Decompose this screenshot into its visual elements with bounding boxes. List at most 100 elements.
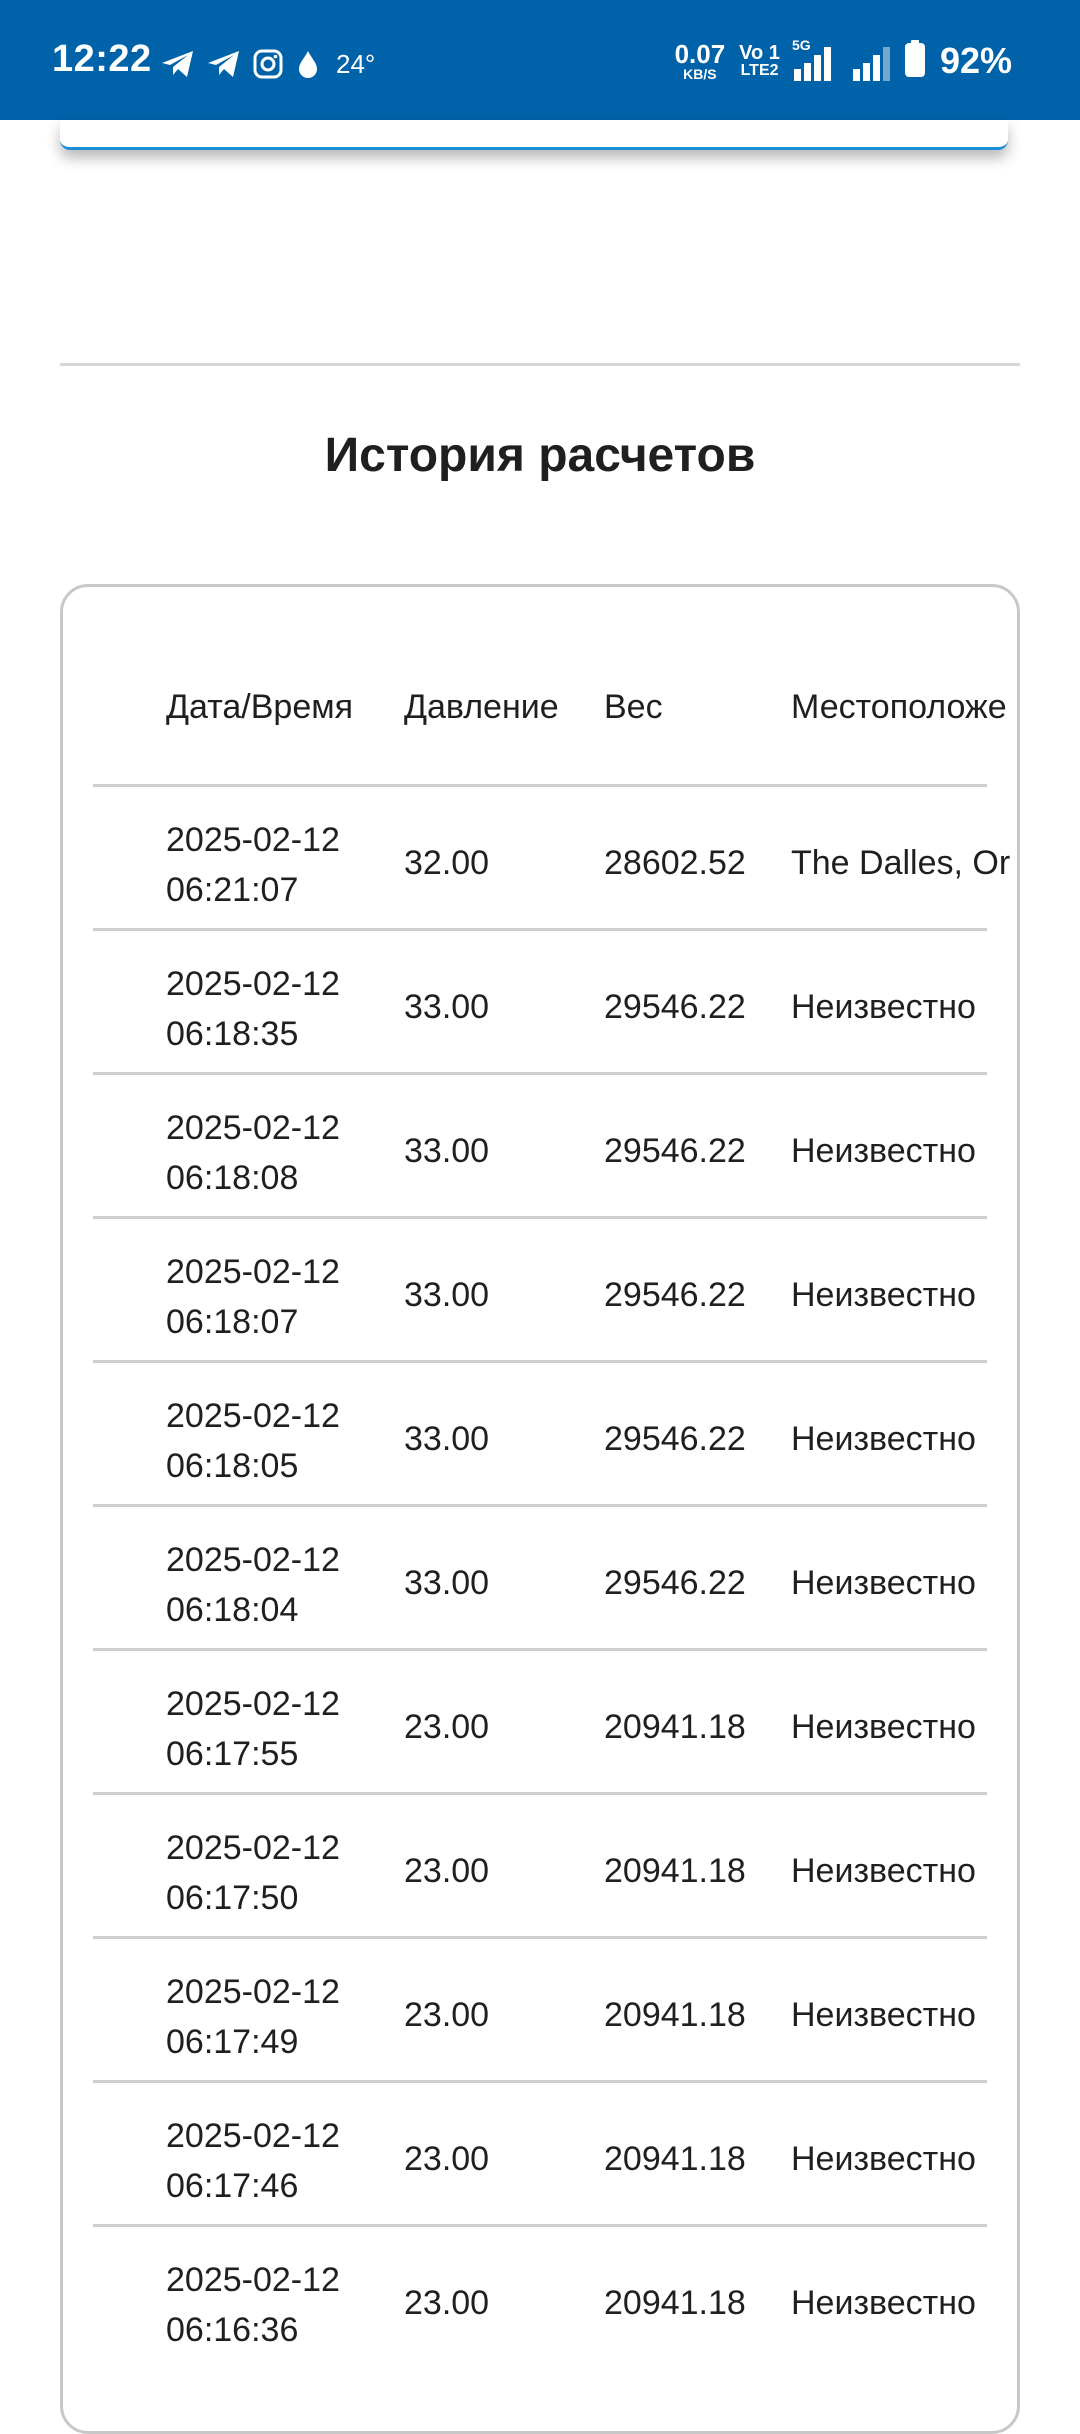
network-speed: 0.07 KB/S bbox=[675, 41, 726, 81]
cell-datetime: 2025-02-12 06:17:46 bbox=[166, 2111, 386, 2211]
cell-pressure: 32.00 bbox=[404, 844, 490, 882]
cell-location: Неизвестно bbox=[791, 1420, 976, 1458]
battery-icon bbox=[904, 39, 926, 83]
cell-datetime: 2025-02-12 06:18:05 bbox=[166, 1391, 386, 1491]
previous-card-edge bbox=[60, 120, 1008, 150]
cell-time: 06:18:04 bbox=[166, 1591, 299, 1629]
cell-date: 2025-02-12 bbox=[166, 821, 340, 859]
cell-weight: 20941.18 bbox=[604, 1852, 746, 1890]
cell-time: 06:17:46 bbox=[166, 2167, 299, 2205]
cell-date: 2025-02-12 bbox=[166, 1109, 340, 1147]
signal-icon bbox=[852, 41, 890, 81]
cell-location: Неизвестно bbox=[791, 1708, 976, 1746]
instagram-icon bbox=[252, 48, 284, 80]
cell-datetime: 2025-02-12 06:17:55 bbox=[166, 1679, 386, 1779]
volte-top: Vo 1 bbox=[739, 42, 780, 64]
cell-time: 06:18:07 bbox=[166, 1303, 299, 1341]
cell-location: Неизвестно bbox=[791, 1996, 976, 2034]
cell-weight: 29546.22 bbox=[604, 1132, 746, 1170]
column-header-pressure[interactable]: Давление bbox=[404, 683, 559, 731]
cell-date: 2025-02-12 bbox=[166, 1541, 340, 1579]
cell-location: Неизвестно bbox=[791, 1564, 976, 1602]
cell-pressure: 23.00 bbox=[404, 1708, 490, 1746]
cell-pressure: 33.00 bbox=[404, 1420, 490, 1458]
volte-indicator: Vo 1 LTE2 bbox=[739, 43, 780, 79]
cell-pressure: 33.00 bbox=[404, 1276, 490, 1314]
cell-pressure: 33.00 bbox=[404, 1564, 490, 1602]
table-row[interactable]: 2025-02-12 06:18:05 33.00 29546.22 Неизвестн… bbox=[63, 1363, 1017, 1507]
cell-pressure: 23.00 bbox=[404, 2140, 490, 2178]
cell-weight: 29546.22 bbox=[604, 1276, 746, 1314]
battery-percentage: 92% bbox=[939, 40, 1012, 81]
cell-location: Неизвестно bbox=[791, 2284, 976, 2322]
table-header: Дата/Время Давление Вес Местоположе bbox=[63, 587, 1017, 787]
cell-weight: 20941.18 bbox=[604, 2284, 746, 2322]
cell-datetime: 2025-02-12 06:18:08 bbox=[166, 1103, 386, 1203]
table-row[interactable]: 2025-02-12 06:17:55 23.00 20941.18 Неизвестн… bbox=[63, 1651, 1017, 1795]
table-row[interactable]: 2025-02-12 06:17:50 23.00 20941.18 Неизвестн… bbox=[63, 1795, 1017, 1939]
cell-weight: 28602.52 bbox=[604, 844, 746, 882]
table-row[interactable]: 2025-02-12 06:21:07 32.00 28602.52 The Dalle… bbox=[63, 787, 1017, 931]
cell-datetime: 2025-02-12 06:21:07 bbox=[166, 815, 386, 915]
history-table[interactable]: Дата/Время Давление Вес Местоположе 2025… bbox=[60, 584, 1020, 2434]
cell-pressure: 23.00 bbox=[404, 1996, 490, 2034]
volte-bottom: LTE2 bbox=[740, 62, 779, 79]
history-title: История расчетов bbox=[324, 429, 756, 482]
signal-icon: 5G bbox=[792, 37, 831, 81]
cell-time: 06:18:35 bbox=[166, 1015, 299, 1053]
cell-weight: 29546.22 bbox=[604, 988, 746, 1026]
table-row[interactable]: 2025-02-12 06:18:04 33.00 29546.22 Неизвестн… bbox=[63, 1507, 1017, 1651]
column-header-weight[interactable]: Вес bbox=[604, 683, 663, 731]
cell-datetime: 2025-02-12 06:17:49 bbox=[166, 1967, 386, 2067]
column-header-datetime[interactable]: Дата/Время bbox=[166, 683, 353, 731]
cell-location: Неизвестно bbox=[791, 1132, 976, 1170]
cell-location: Неизвестно bbox=[791, 1852, 976, 1890]
network-speed-value: 0.07 bbox=[674, 39, 726, 69]
cell-location: Неизвестно bbox=[791, 2140, 976, 2178]
cell-date: 2025-02-12 bbox=[166, 1685, 340, 1723]
cell-pressure: 33.00 bbox=[404, 1132, 490, 1170]
cell-location: Неизвестно bbox=[791, 988, 976, 1026]
cell-pressure: 23.00 bbox=[404, 1852, 490, 1890]
network-speed-unit: KB/S bbox=[683, 66, 717, 82]
status-bar: 12:22 24° 0.07 KB/S Vo 1 LTE2 5G 92% bbox=[0, 0, 1080, 120]
cell-location: Неизвестно bbox=[791, 1276, 976, 1314]
cell-time: 06:17:55 bbox=[166, 1735, 299, 1773]
weather-temperature: 24° bbox=[336, 48, 376, 79]
system-indicators: 0.07 KB/S Vo 1 LTE2 5G 92% bbox=[675, 36, 1012, 86]
signal-label: 5G bbox=[791, 37, 811, 53]
cell-date: 2025-02-12 bbox=[166, 2117, 340, 2155]
cell-datetime: 2025-02-12 06:18:35 bbox=[166, 959, 386, 1059]
cell-weight: 20941.18 bbox=[604, 1996, 746, 2034]
cell-datetime: 2025-02-12 06:17:50 bbox=[166, 1823, 386, 1923]
cell-date: 2025-02-12 bbox=[166, 2261, 340, 2299]
drop-icon bbox=[294, 48, 322, 80]
cell-date: 2025-02-12 bbox=[166, 1253, 340, 1291]
cell-pressure: 23.00 bbox=[404, 2284, 490, 2322]
cell-weight: 20941.18 bbox=[604, 2140, 746, 2178]
cell-pressure: 33.00 bbox=[404, 988, 490, 1026]
cell-time: 06:16:36 bbox=[166, 2311, 299, 2349]
cell-datetime: 2025-02-12 06:18:04 bbox=[166, 1535, 386, 1635]
cell-date: 2025-02-12 bbox=[166, 1829, 340, 1867]
cell-datetime: 2025-02-12 06:16:36 bbox=[166, 2255, 386, 2355]
table-row[interactable]: 2025-02-12 06:18:35 33.00 29546.22 Неизвестн… bbox=[63, 931, 1017, 1075]
cell-weight: 20941.18 bbox=[604, 1708, 746, 1746]
table-row[interactable]: 2025-02-12 06:17:46 23.00 20941.18 Неизвестн… bbox=[63, 2083, 1017, 2227]
cell-time: 06:18:05 bbox=[166, 1447, 299, 1485]
cell-datetime: 2025-02-12 06:18:07 bbox=[166, 1247, 386, 1347]
section-divider bbox=[60, 363, 1020, 366]
cell-date: 2025-02-12 bbox=[166, 1397, 340, 1435]
table-row[interactable]: 2025-02-12 06:17:49 23.00 20941.18 Неизвестн… bbox=[63, 1939, 1017, 2083]
cell-time: 06:21:07 bbox=[166, 871, 299, 909]
notification-icons: 24° bbox=[160, 44, 375, 84]
status-time: 12:22 bbox=[52, 38, 152, 80]
telegram-icon bbox=[160, 48, 196, 80]
cell-date: 2025-02-12 bbox=[166, 965, 340, 1003]
cell-time: 06:17:49 bbox=[166, 2023, 299, 2061]
column-header-location[interactable]: Местоположе bbox=[791, 683, 1007, 731]
table-row[interactable]: 2025-02-12 06:16:36 23.00 20941.18 Неизвестн… bbox=[63, 2227, 1017, 2371]
cell-date: 2025-02-12 bbox=[166, 1973, 340, 2011]
table-row[interactable]: 2025-02-12 06:18:08 33.00 29546.22 Неизвестн… bbox=[63, 1075, 1017, 1219]
table-row[interactable]: 2025-02-12 06:18:07 33.00 29546.22 Неизвестн… bbox=[63, 1219, 1017, 1363]
